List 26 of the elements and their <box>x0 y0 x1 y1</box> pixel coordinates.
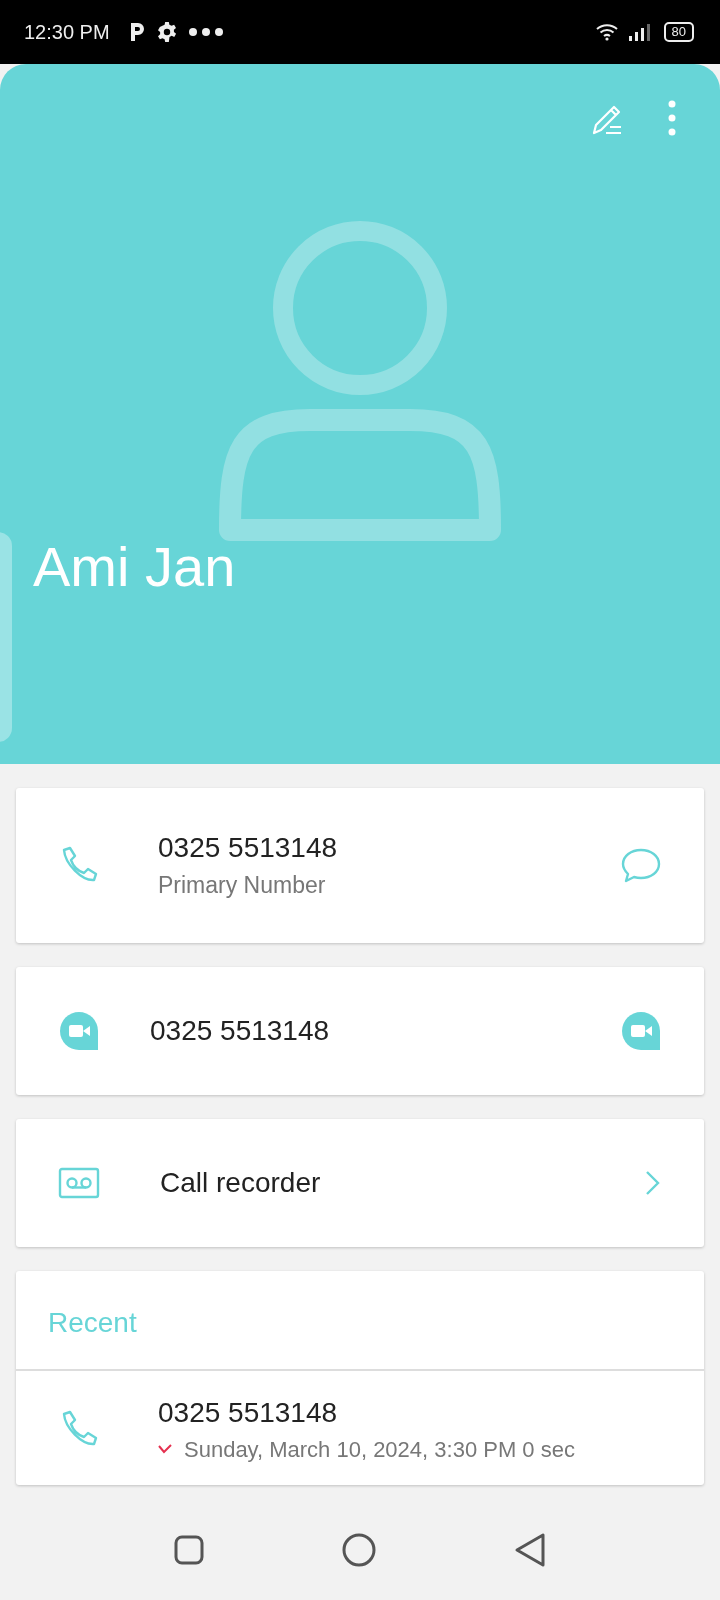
number-card[interactable]: Call recorder <box>16 1119 704 1247</box>
number-card[interactable]: 0325 5513148 Primary Number <box>16 788 704 943</box>
call-log-item[interactable]: 0325 5513148 Sunday, March 10, 2024, 3:30 PM 0 sec <box>16 1371 704 1477</box>
card-title: 0325 5513148 <box>150 1015 331 1047</box>
settings-icon <box>155 21 178 43</box>
number-label: Primary Number <box>158 872 327 899</box>
more-icon <box>187 27 224 37</box>
home-button-icon[interactable] <box>341 1532 377 1568</box>
section-title: Recent <box>16 1271 704 1371</box>
back-button-icon[interactable] <box>513 1532 547 1568</box>
call-detail: Sunday, March 10, 2024, 3:30 PM 0 sec <box>184 1437 575 1463</box>
video-call-icon[interactable] <box>620 1010 662 1052</box>
battery-icon: 80 <box>663 22 694 42</box>
card-title: 0325 5513148 <box>158 832 339 864</box>
contact-name: Ami Jan <box>33 534 236 599</box>
missed-call-icon <box>158 1444 172 1456</box>
voicemail-icon <box>58 1167 100 1199</box>
call-number: 0325 5513148 <box>158 1397 339 1429</box>
wifi-icon <box>595 23 618 41</box>
card-title: Call recorder <box>160 1167 322 1199</box>
signal-icon <box>627 23 650 41</box>
number-card[interactable]: 0325 5513148 <box>16 967 704 1095</box>
video-call-icon <box>58 1010 100 1052</box>
more-options-icon[interactable] <box>666 100 678 136</box>
status-time: 12:30 PM <box>24 20 110 44</box>
recents-button-icon[interactable] <box>173 1534 205 1566</box>
